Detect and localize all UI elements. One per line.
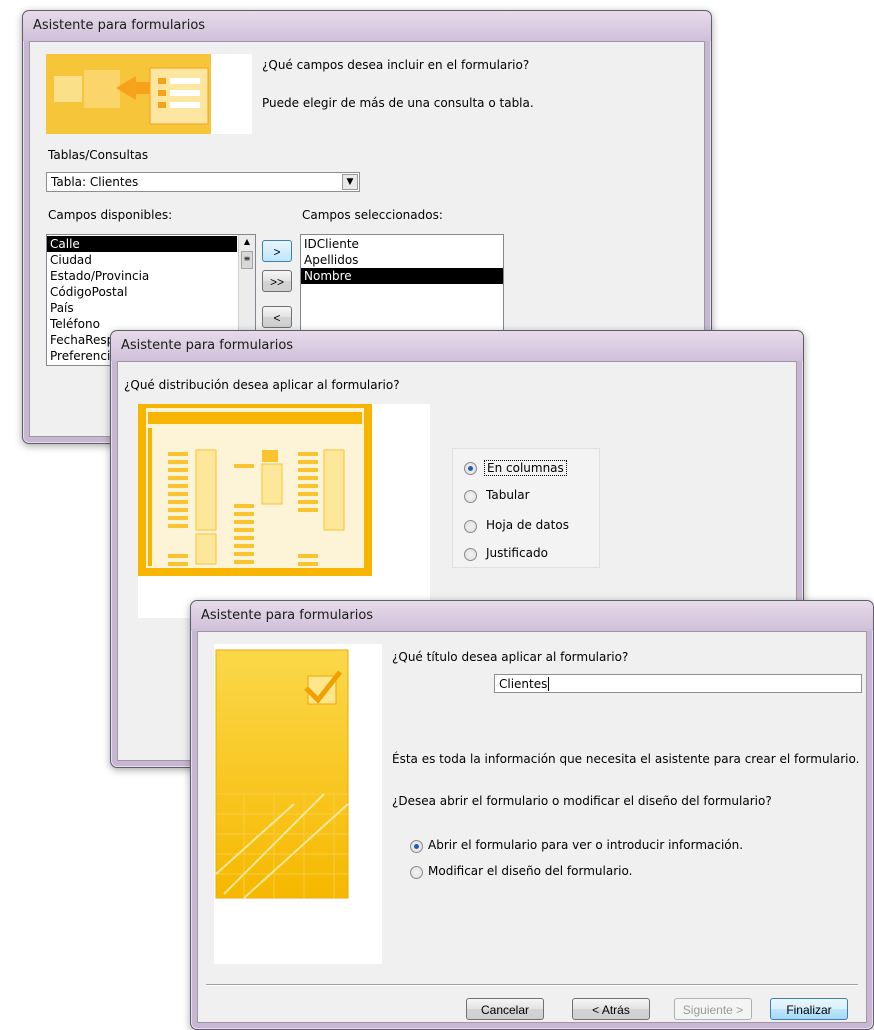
radio-open-form[interactable] [410,840,423,853]
text-caret [548,677,550,691]
tables-dropdown-value: Tabla: Clientes [51,175,139,189]
option-modify-design-label[interactable]: Modificar el diseño del formulario. [428,864,632,878]
option-columnar-label[interactable]: En columnas [484,460,567,476]
scroll-thumb[interactable]: ≡ [241,251,253,269]
window-title: Asistente para formularios [201,608,374,623]
dropdown-arrow-icon[interactable]: ▼ [342,174,358,190]
available-field-list-item[interactable]: CódigoPostal [47,284,237,300]
option-tabular-label[interactable]: Tabular [486,488,530,502]
open-or-modify-question: ¿Desea abrir el formulario o modificar e… [392,794,772,808]
option-open-form-label[interactable]: Abrir el formulario para ver o introduci… [428,838,743,852]
tables-label: Tablas/Consultas [48,148,149,162]
next-button[interactable]: Siguiente > [674,998,752,1020]
window-title: Asistente para formularios [121,338,294,353]
selected-field-list-item[interactable]: Nombre [301,268,503,284]
title-bar: Asistente para formularios [111,331,803,361]
form-title-input[interactable]: Clientes [494,674,862,693]
form-wizard-icon [46,54,211,134]
remove-field-button[interactable]: < [262,306,292,328]
available-field-list-item[interactable]: País [47,300,237,316]
title-bar: Asistente para formularios [191,601,873,631]
footer-separator [206,984,858,986]
scroll-up-icon[interactable]: ▲ [239,235,255,249]
layout-preview [138,404,430,618]
radio-modify-design[interactable] [410,866,423,879]
radio-tabular[interactable] [464,490,477,503]
finish-illustration [214,644,382,964]
selected-field-list-item[interactable]: Apellidos [301,252,503,268]
wizard-window-finish: Asistente para formularios ¿Qué título d… [190,600,874,1030]
form-title-value: Clientes [499,677,548,691]
selected-fields-label: Campos seleccionados: [302,208,443,222]
form-wizard-illustration [46,54,252,134]
available-field-list-item[interactable]: Ciudad [47,252,237,268]
finish-button[interactable]: Finalizar [770,998,848,1020]
add-field-button[interactable]: > [262,240,292,262]
finish-checkmark-illustration [215,649,349,899]
selected-field-list-item[interactable]: IDCliente [301,236,503,252]
back-button[interactable]: < Atrás [572,998,650,1020]
window-title: Asistente para formularios [33,18,206,33]
available-fields-label: Campos disponibles: [48,208,173,222]
question-text: ¿Qué título desea aplicar al formulario? [392,650,629,664]
radio-datasheet[interactable] [464,520,477,533]
radio-columnar[interactable] [464,462,477,475]
cancel-button[interactable]: Cancelar [466,998,544,1020]
info-text: Ésta es toda la información que necesita… [392,752,860,766]
radio-justified[interactable] [464,548,477,561]
question-text: ¿Qué campos desea incluir en el formular… [262,58,530,72]
add-all-fields-button[interactable]: >> [262,270,292,292]
tables-dropdown[interactable]: Tabla: Clientes ▼ [46,172,360,192]
hint-text: Puede elegir de más de una consulta o ta… [262,96,534,110]
question-text: ¿Qué distribución desea aplicar al formu… [124,378,400,392]
wizard-body: ¿Qué título desea aplicar al formulario?… [197,631,867,1023]
layout-columnar-illustration [138,404,372,576]
title-bar: Asistente para formularios [23,11,711,41]
available-field-list-item[interactable]: Calle [47,236,237,252]
option-datasheet-label[interactable]: Hoja de datos [486,518,569,532]
option-justified-label[interactable]: Justificado [486,546,548,560]
available-field-list-item[interactable]: Estado/Provincia [47,268,237,284]
